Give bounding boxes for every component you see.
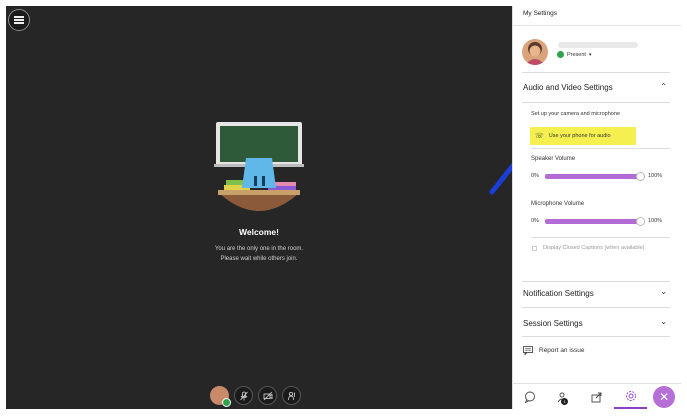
speaker-volume-slider[interactable] bbox=[545, 172, 645, 181]
gear-icon bbox=[625, 390, 636, 401]
phone-audio-label: Use your phone for audio bbox=[548, 133, 611, 139]
setup-camera-mic-link[interactable]: Set up your camera and microphone bbox=[531, 111, 620, 117]
phone-icon: ☏ bbox=[535, 133, 544, 140]
divider bbox=[513, 25, 681, 26]
captions-checkbox[interactable] bbox=[532, 246, 537, 251]
microphone-volume-slider[interactable] bbox=[545, 217, 645, 226]
welcome-title: Welcome! bbox=[239, 227, 279, 237]
microphone-volume-max: 100% bbox=[648, 218, 663, 224]
divider bbox=[522, 336, 670, 337]
use-phone-for-audio-button[interactable]: ☏ Use your phone for audio bbox=[530, 127, 636, 145]
hamburger-icon bbox=[14, 19, 24, 21]
speaker-volume-label: Speaker Volume bbox=[531, 156, 576, 162]
user-name-redacted bbox=[558, 42, 638, 48]
attendee-count-badge: 1 bbox=[561, 398, 569, 405]
microphone-toggle[interactable] bbox=[234, 386, 253, 405]
divider bbox=[522, 307, 670, 308]
app-frame: Welcome! You are the only one in the roo… bbox=[0, 0, 687, 417]
speaker-volume-min: 0% bbox=[531, 173, 539, 179]
raise-hand-icon bbox=[287, 391, 295, 400]
status-check-icon bbox=[557, 51, 564, 58]
divider bbox=[531, 237, 670, 238]
status-label: Present bbox=[567, 51, 586, 58]
slider-handle[interactable] bbox=[636, 172, 645, 181]
slider-handle[interactable] bbox=[636, 217, 645, 226]
divider bbox=[522, 281, 670, 282]
video-stage: Welcome! You are the only one in the roo… bbox=[6, 6, 512, 409]
captions-label: Display Closed Captions (when available) bbox=[543, 245, 645, 251]
my-avatar-button[interactable] bbox=[210, 386, 231, 407]
main-menu-button[interactable] bbox=[8, 9, 30, 31]
report-icon bbox=[523, 346, 533, 355]
avatar-face-icon bbox=[525, 42, 545, 65]
tab-my-settings[interactable] bbox=[613, 384, 648, 409]
status-selector[interactable]: Present ▾ bbox=[557, 51, 591, 58]
raise-hand-button[interactable] bbox=[282, 386, 301, 405]
microphone-volume-label: Microphone Volume bbox=[531, 201, 585, 207]
divider bbox=[522, 72, 670, 73]
tab-attendees[interactable]: 1 bbox=[547, 384, 581, 409]
microphone-muted-icon bbox=[239, 391, 248, 400]
session-controls bbox=[210, 386, 301, 407]
notification-settings-header[interactable]: Notification Settings bbox=[523, 289, 594, 298]
chevron-down-icon[interactable]: ⌄ bbox=[660, 317, 667, 326]
camera-off-icon bbox=[263, 391, 272, 400]
panel-title: My Settings bbox=[523, 10, 557, 17]
tab-chat[interactable] bbox=[513, 384, 547, 409]
camera-toggle[interactable] bbox=[258, 386, 277, 405]
profile-avatar[interactable] bbox=[522, 39, 548, 65]
speaker-volume-max: 100% bbox=[648, 173, 663, 179]
tab-share-content[interactable] bbox=[580, 384, 614, 409]
close-panel-tab[interactable]: ✕ bbox=[647, 384, 681, 409]
report-issue-link[interactable]: Report an issue bbox=[523, 346, 585, 355]
divider bbox=[531, 148, 670, 149]
welcome-message-line1: You are the only one in the room. bbox=[214, 246, 304, 252]
panel-tab-bar: 1 ✕ bbox=[513, 383, 681, 409]
chat-bubble-icon bbox=[524, 391, 535, 403]
chevron-up-icon[interactable]: ⌃ bbox=[660, 82, 667, 91]
settings-panel: My Settings Present ▾ Audio and Video Se… bbox=[512, 6, 681, 409]
chevron-down-icon[interactable]: ⌄ bbox=[660, 287, 667, 296]
audio-video-settings-header[interactable]: Audio and Video Settings bbox=[523, 83, 613, 92]
report-issue-label: Report an issue bbox=[539, 347, 585, 354]
close-icon: ✕ bbox=[659, 389, 670, 404]
session-settings-header[interactable]: Session Settings bbox=[523, 319, 583, 328]
divider bbox=[522, 102, 670, 103]
empty-room-illustration bbox=[214, 122, 304, 211]
close-panel-button[interactable]: ✕ bbox=[653, 385, 676, 408]
present-check-icon bbox=[222, 398, 231, 407]
caret-down-icon: ▾ bbox=[588, 51, 592, 58]
share-icon bbox=[591, 392, 602, 402]
microphone-volume-min: 0% bbox=[531, 218, 539, 224]
welcome-message-line2: Please wait while others join. bbox=[220, 256, 298, 262]
